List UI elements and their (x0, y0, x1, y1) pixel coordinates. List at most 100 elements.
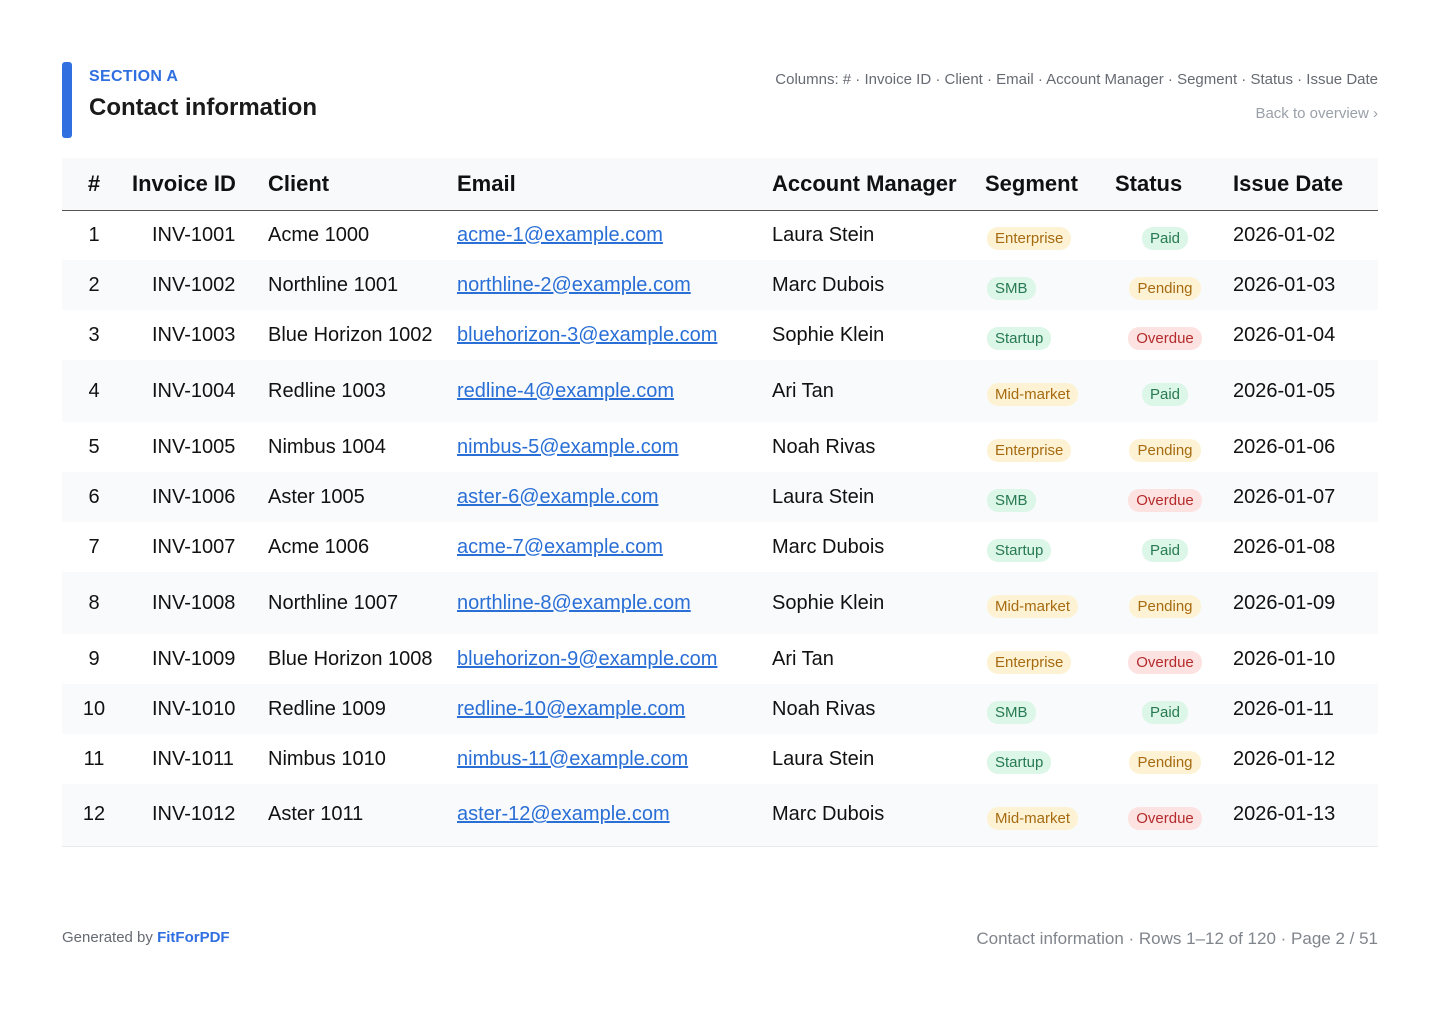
cell-issue-date: 2026-01-10 (1233, 647, 1336, 670)
cell-status: Overdue (1103, 634, 1227, 684)
cell-number: 11 (83, 747, 105, 770)
cell-client: Acme 1006 (268, 535, 370, 558)
invoice-table: # Invoice ID Client Email Account Manage… (62, 158, 1378, 847)
cell-account-manager: Laura Stein (772, 223, 875, 246)
cell-email: acme-7@example.com (451, 522, 766, 572)
footer-generated-by: Generated by FitForPDF (62, 929, 230, 946)
cell-issue-date: 2026-01-04 (1233, 323, 1336, 346)
email-link[interactable]: bluehorizon-9@example.com (457, 648, 717, 670)
table-header-row: # Invoice ID Client Email Account Manage… (62, 158, 1378, 210)
cell-issue-date: 2026-01-03 (1233, 273, 1336, 296)
cell-status: Overdue (1103, 472, 1227, 522)
cell-number: 7 (88, 535, 100, 558)
table-row: 2 INV-1002 Northline 1001 northline-2@examp… (62, 260, 1378, 310)
cell-client: Acme 1000 (268, 223, 370, 246)
cell-invoice-id: INV-1001 (152, 223, 236, 246)
status-badge: Overdue (1128, 806, 1202, 830)
cell-account-manager: Marc Dubois (772, 535, 885, 558)
cell-number: 1 (88, 223, 100, 246)
cell-issue-date: 2026-01-12 (1233, 747, 1336, 770)
column-header-segment: Segment (985, 170, 1078, 196)
cell-email: aster-6@example.com (451, 472, 766, 522)
email-link[interactable]: nimbus-5@example.com (457, 436, 679, 458)
segment-badge: Enterprise (987, 439, 1072, 462)
cell-email: bluehorizon-3@example.com (451, 310, 766, 360)
email-link[interactable]: nimbus-11@example.com (457, 748, 688, 770)
cell-number: 3 (88, 323, 100, 346)
cell-account-manager: Marc Dubois (772, 803, 885, 826)
segment-badge: Enterprise (987, 227, 1072, 251)
cell-number: 2 (88, 273, 100, 296)
segment-badge: Startup (987, 751, 1052, 774)
email-link[interactable]: acme-7@example.com (457, 536, 663, 558)
cell-number: 10 (82, 697, 106, 720)
cell-email: bluehorizon-9@example.com (451, 634, 766, 684)
email-link[interactable]: acme-1@example.com (457, 224, 663, 246)
brand-name: FitForPDF (157, 929, 230, 946)
cell-client: Blue Horizon 1008 (268, 647, 433, 670)
status-badge: Pending (1129, 751, 1201, 774)
table-row: 10 INV-1010 Redline 1009 redline-10@example… (62, 684, 1378, 734)
cell-segment: Mid-market (979, 572, 1103, 634)
cell-account-manager: Marc Dubois (772, 273, 885, 296)
table-row: 1 INV-1001 Acme 1000 acme-1@example.com Laur… (62, 210, 1378, 260)
status-badge: Paid (1141, 701, 1189, 724)
cell-client: Northline 1007 (268, 591, 399, 614)
cell-segment: Mid-market (979, 784, 1103, 846)
segment-badge: Startup (987, 327, 1052, 350)
cell-invoice-id: INV-1007 (152, 535, 236, 558)
cell-email: redline-4@example.com (451, 360, 766, 422)
cell-email: redline-10@example.com (451, 684, 766, 734)
cell-invoice-id: INV-1011 (152, 747, 234, 770)
cell-client: Redline 1003 (268, 379, 386, 402)
cell-number: 4 (88, 379, 100, 402)
segment-badge: SMB (987, 277, 1036, 300)
cell-client: Redline 1009 (268, 697, 386, 720)
cell-issue-date: 2026-01-07 (1233, 485, 1336, 508)
table-row: 5 INV-1005 Nimbus 1004 nimbus-5@example.com… (62, 422, 1378, 472)
cell-issue-date: 2026-01-06 (1233, 435, 1336, 458)
cell-issue-date: 2026-01-02 (1233, 223, 1336, 246)
column-header-invoice-id: Invoice ID (132, 170, 236, 196)
cell-segment: SMB (979, 684, 1103, 734)
cell-status: Overdue (1103, 310, 1227, 360)
cell-invoice-id: INV-1006 (152, 485, 236, 508)
email-link[interactable]: northline-2@example.com (457, 274, 691, 296)
cell-segment: Startup (979, 734, 1103, 784)
table-row: 6 INV-1006 Aster 1005 aster-6@example.com La… (62, 472, 1378, 522)
email-link[interactable]: bluehorizon-3@example.com (457, 324, 717, 346)
invoice-table-container: # Invoice ID Client Email Account Manage… (62, 158, 1378, 847)
table-row: 12 INV-1012 Aster 1011 aster-12@example.com… (62, 784, 1378, 846)
cell-client: Aster 1011 (268, 803, 364, 826)
column-header-number: # (87, 170, 101, 196)
cell-account-manager: Laura Stein (772, 747, 875, 770)
email-link[interactable]: aster-6@example.com (457, 486, 658, 508)
table-row: 11 INV-1011 Nimbus 1010 nimbus-11@example.c… (62, 734, 1378, 784)
segment-badge: Mid-market (987, 383, 1079, 406)
column-header-client: Client (268, 170, 330, 196)
generated-by-label: Generated by (62, 929, 153, 946)
status-badge: Paid (1141, 383, 1189, 406)
email-link[interactable]: aster-12@example.com (457, 803, 670, 825)
table-row: 4 INV-1004 Redline 1003 redline-4@example.c… (62, 360, 1378, 422)
cell-number: 12 (82, 803, 106, 826)
cell-status: Overdue (1103, 784, 1227, 846)
cell-status: Paid (1103, 522, 1227, 572)
status-badge: Paid (1141, 539, 1189, 562)
cell-invoice-id: INV-1003 (152, 323, 236, 346)
cell-segment: Mid-market (979, 360, 1103, 422)
cell-issue-date: 2026-01-08 (1233, 535, 1336, 558)
cell-status: Pending (1103, 260, 1227, 310)
email-link[interactable]: northline-8@example.com (457, 592, 691, 614)
back-to-overview-link[interactable]: Back to overview › (1255, 105, 1378, 122)
table-row: 8 INV-1008 Northline 1007 northline-8@examp… (62, 572, 1378, 634)
email-link[interactable]: redline-10@example.com (457, 698, 685, 720)
cell-status: Pending (1103, 422, 1227, 472)
section-label: SECTION A (89, 68, 179, 85)
cell-status: Paid (1103, 684, 1227, 734)
cell-account-manager: Ari Tan (772, 379, 834, 402)
cell-status: Paid (1103, 210, 1227, 260)
email-link[interactable]: redline-4@example.com (457, 380, 674, 402)
cell-account-manager: Noah Rivas (772, 435, 876, 458)
cell-email: aster-12@example.com (451, 784, 766, 846)
